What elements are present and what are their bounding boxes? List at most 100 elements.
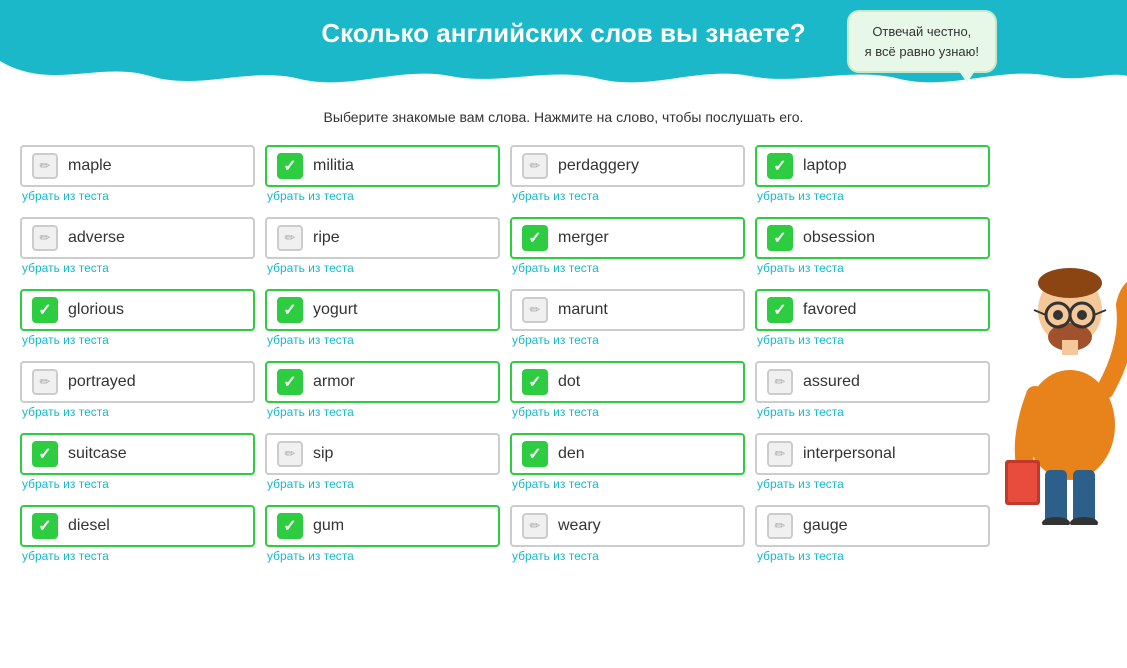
remove-link-maple[interactable]: убрать из теста [22, 189, 255, 203]
word-cell-gauge: gauge убрать из теста [755, 505, 990, 569]
word-cell-adverse: adverse убрать из теста [20, 217, 255, 281]
checkbox-marunt [522, 297, 548, 323]
word-box-adverse[interactable]: adverse [20, 217, 255, 259]
main-content: maple убрать из теста militia убрать из тес… [0, 135, 1127, 587]
word-box-armor[interactable]: armor [265, 361, 500, 403]
checkbox-den [522, 441, 548, 467]
word-box-laptop[interactable]: laptop [755, 145, 990, 187]
word-box-gauge[interactable]: gauge [755, 505, 990, 547]
checkbox-perdaggery [522, 153, 548, 179]
word-cell-glorious: glorious убрать из теста [20, 289, 255, 353]
remove-link-merger[interactable]: убрать из теста [512, 261, 745, 275]
remove-link-marunt[interactable]: убрать из теста [512, 333, 745, 347]
word-text-marunt: marunt [558, 301, 608, 319]
word-text-yogurt: yogurt [313, 301, 357, 319]
remove-link-interpersonal[interactable]: убрать из теста [757, 477, 990, 491]
remove-link-dot[interactable]: убрать из теста [512, 405, 745, 419]
remove-link-laptop[interactable]: убрать из теста [757, 189, 990, 203]
remove-link-ripe[interactable]: убрать из теста [267, 261, 500, 275]
checkbox-glorious [32, 297, 58, 323]
word-cell-suitcase: suitcase убрать из теста [20, 433, 255, 497]
word-text-dot: dot [558, 373, 580, 391]
word-box-dot[interactable]: dot [510, 361, 745, 403]
word-text-den: den [558, 445, 585, 463]
word-cell-merger: merger убрать из теста [510, 217, 745, 281]
word-box-suitcase[interactable]: suitcase [20, 433, 255, 475]
word-box-maple[interactable]: maple [20, 145, 255, 187]
remove-link-weary[interactable]: убрать из теста [512, 549, 745, 563]
word-box-ripe[interactable]: ripe [265, 217, 500, 259]
remove-link-gauge[interactable]: убрать из теста [757, 549, 990, 563]
checkbox-gauge [767, 513, 793, 539]
remove-link-portrayed[interactable]: убрать из теста [22, 405, 255, 419]
remove-link-obsession[interactable]: убрать из теста [757, 261, 990, 275]
word-box-obsession[interactable]: obsession [755, 217, 990, 259]
remove-link-militia[interactable]: убрать из теста [267, 189, 500, 203]
word-cell-den: den убрать из теста [510, 433, 745, 497]
checkbox-merger [522, 225, 548, 251]
bubble-line2: я всё равно узнаю! [865, 44, 979, 59]
word-box-assured[interactable]: assured [755, 361, 990, 403]
checkbox-adverse [32, 225, 58, 251]
word-cell-armor: armor убрать из теста [265, 361, 500, 425]
word-cell-interpersonal: interpersonal убрать из теста [755, 433, 990, 497]
remove-link-gum[interactable]: убрать из теста [267, 549, 500, 563]
word-box-portrayed[interactable]: portrayed [20, 361, 255, 403]
bubble-line1: Отвечай честно, [872, 24, 971, 39]
checkbox-portrayed [32, 369, 58, 395]
word-cell-obsession: obsession убрать из теста [755, 217, 990, 281]
remove-link-adverse[interactable]: убрать из теста [22, 261, 255, 275]
word-box-gum[interactable]: gum [265, 505, 500, 547]
word-text-favored: favored [803, 301, 856, 319]
word-cell-dot: dot убрать из теста [510, 361, 745, 425]
checkbox-laptop [767, 153, 793, 179]
remove-link-suitcase[interactable]: убрать из теста [22, 477, 255, 491]
word-text-gauge: gauge [803, 517, 848, 535]
remove-link-sip[interactable]: убрать из теста [267, 477, 500, 491]
word-cell-laptop: laptop убрать из теста [755, 145, 990, 209]
word-cell-marunt: marunt убрать из теста [510, 289, 745, 353]
word-box-weary[interactable]: weary [510, 505, 745, 547]
word-text-glorious: glorious [68, 301, 124, 319]
word-cell-gum: gum убрать из теста [265, 505, 500, 569]
word-box-den[interactable]: den [510, 433, 745, 475]
remove-link-armor[interactable]: убрать из теста [267, 405, 500, 419]
word-text-adverse: adverse [68, 229, 125, 247]
word-box-sip[interactable]: sip [265, 433, 500, 475]
word-cell-favored: favored убрать из теста [755, 289, 990, 353]
word-text-merger: merger [558, 229, 609, 247]
word-box-merger[interactable]: merger [510, 217, 745, 259]
word-box-interpersonal[interactable]: interpersonal [755, 433, 990, 475]
words-grid: maple убрать из теста militia убрать из тес… [20, 145, 990, 577]
checkbox-suitcase [32, 441, 58, 467]
word-cell-assured: assured убрать из теста [755, 361, 990, 425]
word-box-perdaggery[interactable]: perdaggery [510, 145, 745, 187]
word-box-marunt[interactable]: marunt [510, 289, 745, 331]
word-cell-militia: militia убрать из теста [265, 145, 500, 209]
remove-link-diesel[interactable]: убрать из теста [22, 549, 255, 563]
remove-link-glorious[interactable]: убрать из теста [22, 333, 255, 347]
word-cell-perdaggery: perdaggery убрать из теста [510, 145, 745, 209]
checkbox-armor [277, 369, 303, 395]
word-box-glorious[interactable]: glorious [20, 289, 255, 331]
subtitle: Выберите знакомые вам слова. Нажмите на … [0, 91, 1127, 135]
remove-link-assured[interactable]: убрать из теста [757, 405, 990, 419]
word-text-portrayed: portrayed [68, 373, 136, 391]
word-text-sip: sip [313, 445, 333, 463]
remove-link-perdaggery[interactable]: убрать из теста [512, 189, 745, 203]
character-svg [990, 145, 1127, 525]
word-text-maple: maple [68, 157, 112, 175]
word-text-suitcase: suitcase [68, 445, 127, 463]
word-box-yogurt[interactable]: yogurt [265, 289, 500, 331]
word-box-militia[interactable]: militia [265, 145, 500, 187]
remove-link-yogurt[interactable]: убрать из теста [267, 333, 500, 347]
checkbox-diesel [32, 513, 58, 539]
remove-link-favored[interactable]: убрать из теста [757, 333, 990, 347]
word-text-diesel: diesel [68, 517, 110, 535]
word-box-favored[interactable]: favored [755, 289, 990, 331]
checkbox-favored [767, 297, 793, 323]
remove-link-den[interactable]: убрать из теста [512, 477, 745, 491]
word-text-gum: gum [313, 517, 344, 535]
word-text-weary: weary [558, 517, 601, 535]
word-box-diesel[interactable]: diesel [20, 505, 255, 547]
